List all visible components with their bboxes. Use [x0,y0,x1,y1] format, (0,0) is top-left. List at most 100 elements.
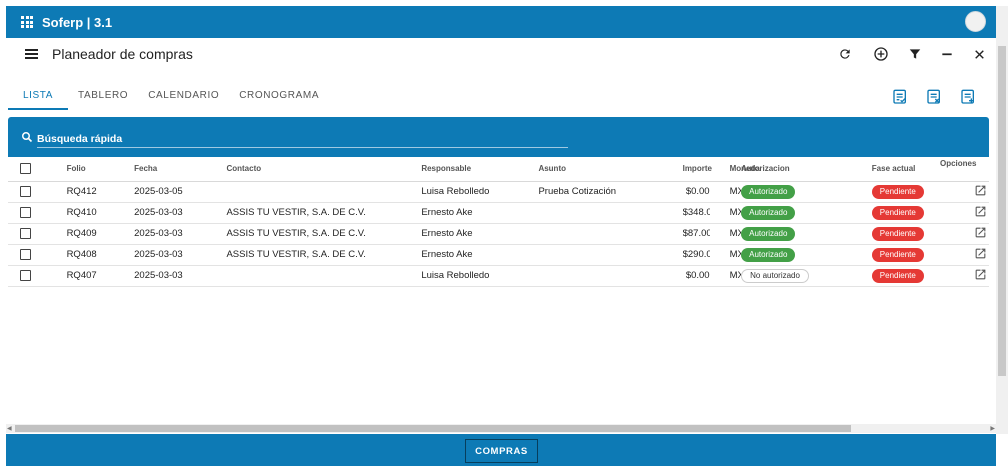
cell-moneda: MXN [709,202,742,224]
authorization-badge: Autorizado [741,226,796,241]
open-in-new-icon[interactable] [974,247,987,260]
quick-search-input[interactable] [37,130,568,148]
list-check-icon[interactable] [892,89,908,105]
page-title: Planeador de compras [52,46,193,62]
cell-fecha: 2025-03-03 [134,202,227,224]
search-bar [8,117,989,157]
cell-moneda: MXN [709,223,742,245]
minimize-icon [942,53,952,56]
cell-asunto [538,223,683,245]
close-button[interactable] [969,44,989,64]
minimize-button[interactable] [937,44,957,64]
row-checkbox[interactable] [20,227,31,239]
authorization-badge: Autorizado [741,184,796,199]
open-in-new-icon[interactable] [974,205,987,218]
apps-grid-icon[interactable] [21,16,33,28]
table-header-row: Folio Fecha Contacto Responsable Asunto … [8,157,989,182]
phase-badge: Pendiente [871,247,924,262]
app-title: Soferp | 3.1 [42,14,113,30]
row-checkbox[interactable] [20,185,31,197]
row-checkbox[interactable] [20,248,31,260]
cell-importe: $0.00 [682,181,710,203]
cell-contacto [226,181,422,203]
table-row[interactable]: RQ412 2025-03-05 Luisa Rebolledo Prueba Cot… [8,181,989,203]
column-header-contacto[interactable]: Contacto [226,157,422,182]
tab-cronograma[interactable]: CRONOGRAMA [229,86,329,110]
open-in-new-icon[interactable] [974,184,987,197]
select-all-checkbox[interactable] [20,163,31,175]
cell-importe: $87.00 [682,223,710,245]
table-row[interactable]: RQ409 2025-03-03 ASSIS TU VESTIR, S.A. DE … [8,223,989,245]
cell-importe: $348.00 [682,202,710,224]
authorization-badge: No autorizado [741,268,809,283]
cell-folio: RQ410 [66,202,135,224]
cell-asunto [538,244,683,266]
cell-responsable: Luisa Rebolledo [421,181,539,203]
close-icon [974,49,984,59]
table-row[interactable]: RQ408 2025-03-03 ASSIS TU VESTIR, S.A. DE … [8,244,989,266]
horizontal-scrollbar[interactable]: ◀ ▶ [6,424,996,433]
column-header-asunto[interactable]: Asunto [538,157,683,182]
cell-folio: RQ409 [66,223,135,245]
column-header-autorizacion[interactable]: Autorizacion [741,157,872,182]
menu-icon[interactable] [25,49,38,59]
column-header-responsable[interactable]: Responsable [421,157,539,182]
column-header-importe[interactable]: Importe [682,157,712,182]
cell-contacto: ASSIS TU VESTIR, S.A. DE C.V. [226,244,422,266]
refresh-icon [840,49,850,59]
search-icon [22,132,33,143]
cell-asunto [538,202,683,224]
cell-moneda: MXN [709,265,742,287]
cell-importe: $0.00 [682,265,710,287]
tab-tablero[interactable]: TABLERO [68,86,138,110]
cell-contacto: ASSIS TU VESTIR, S.A. DE C.V. [226,202,422,224]
open-in-new-icon[interactable] [974,226,987,239]
cell-fecha: 2025-03-03 [134,265,227,287]
cell-folio: RQ412 [66,181,135,203]
cell-responsable: Ernesto Ake [421,223,539,245]
table-row[interactable]: RQ410 2025-03-03 ASSIS TU VESTIR, S.A. DE … [8,202,989,224]
tab-lista[interactable]: LISTA [8,86,69,110]
bottom-bar: COMPRAS [6,434,996,466]
page-header: Planeador de compras [6,38,996,70]
filter-icon [909,49,921,59]
list-remove-icon[interactable] [926,89,942,105]
cell-asunto: Prueba Cotización [538,181,683,203]
tab-calendario[interactable]: CALENDARIO [138,86,229,110]
authorization-badge: Autorizado [741,247,796,262]
cell-importe: $290.00 [682,244,710,266]
cell-fecha: 2025-03-03 [134,244,227,266]
purchase-table: Folio Fecha Contacto Responsable Asunto … [8,157,989,287]
table-row[interactable]: RQ4072025-03-03 Luisa Rebolledo $0.00MXNNo… [8,265,989,287]
list-add-icon[interactable] [960,89,976,105]
cell-responsable: Luisa Rebolledo [421,265,539,287]
column-header-opciones: Opciones [940,159,977,168]
compras-button[interactable]: COMPRAS [465,439,538,463]
view-tabs: LISTA TABLERO CALENDARIO CRONOGRAMA [8,86,329,112]
cell-moneda: MXN [709,181,742,203]
phase-badge: Pendiente [871,184,924,199]
row-checkbox[interactable] [20,269,31,281]
phase-badge: Pendiente [871,226,924,241]
user-avatar-icon[interactable] [965,11,986,32]
open-in-new-icon[interactable] [974,268,987,281]
cell-responsable: Ernesto Ake [421,244,539,266]
authorization-badge: Autorizado [741,205,796,220]
app-window: Soferp | 3.1 Planeador de compras LISTA … [0,0,1008,466]
cell-moneda: MXN [709,244,742,266]
column-header-moneda[interactable]: Moneda [709,157,760,182]
cell-contacto [226,265,422,287]
row-checkbox[interactable] [20,206,31,218]
column-header-fecha[interactable]: Fecha [134,157,227,182]
cell-contacto: ASSIS TU VESTIR, S.A. DE C.V. [226,223,422,245]
filter-button[interactable] [905,44,925,64]
column-header-folio[interactable]: Folio [66,157,135,182]
cell-fecha: 2025-03-03 [134,223,227,245]
refresh-button[interactable] [835,44,855,64]
add-circle-icon [874,47,888,61]
cell-fecha: 2025-03-05 [134,181,227,203]
add-button[interactable] [871,44,891,64]
vertical-scrollbar[interactable] [996,6,1008,434]
cell-folio: RQ408 [66,244,135,266]
phase-badge: Pendiente [871,268,924,283]
